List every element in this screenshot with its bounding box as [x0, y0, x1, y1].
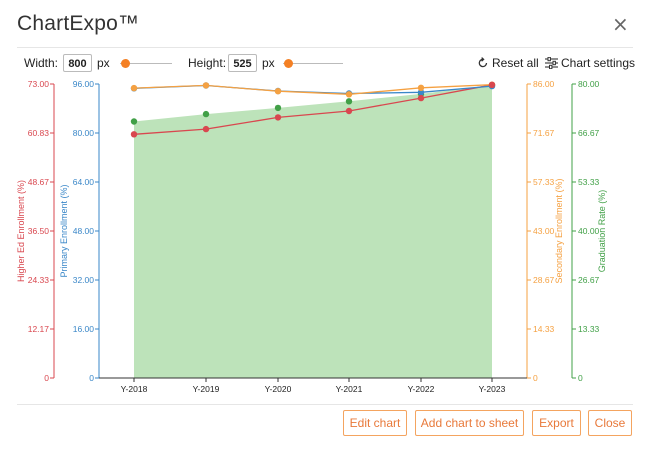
higher_ed-data-point: [345, 107, 353, 115]
x-axis-tick-label: Y-2019: [193, 384, 220, 394]
close-button[interactable]: Close: [588, 410, 632, 436]
dialog-title: ChartExpo™: [17, 12, 140, 35]
settings-sliders-icon: [545, 57, 558, 69]
export-button[interactable]: Export: [532, 410, 581, 436]
higher_ed-tick-label: 0: [44, 373, 49, 383]
higher_ed-tick-label: 60.83: [28, 128, 50, 138]
chartexpo-dialog: ChartExpo™ × Width: 800 px Height: 525 p…: [0, 0, 650, 458]
higher_ed-tick-label: 24.33: [28, 275, 50, 285]
graduation-tick-label: 13.33: [578, 324, 600, 334]
secondary-data-point: [202, 82, 210, 89]
graduation-data-point: [345, 98, 353, 105]
multi-axis-line-chart: 0 12.17 24.33 36.50 48.67 60.83 73.00 Higher Ed…: [16, 79, 607, 394]
graduation-tick-label: 66.67: [578, 128, 600, 138]
secondary-axis-title: Secondary Enrollment (%): [554, 178, 564, 283]
graduation-tick-label: 80.00: [578, 79, 600, 89]
add-chart-to-sheet-button[interactable]: Add chart to sheet: [415, 410, 524, 436]
width-input[interactable]: 800: [63, 54, 92, 72]
graduation-data-point: [202, 110, 210, 118]
primary-tick-label: 16.00: [73, 324, 95, 334]
reset-all-button[interactable]: Reset all: [477, 56, 539, 70]
primary-tick-label: 32.00: [73, 275, 95, 285]
height-unit: px: [262, 56, 275, 70]
higher_ed-axis-title: Higher Ed Enrollment (%): [16, 180, 26, 282]
higher_ed-data-point: [488, 81, 496, 88]
secondary-tick-label: 43.00: [533, 226, 555, 236]
graduation-data-point: [274, 104, 282, 112]
secondary-data-point: [417, 84, 425, 91]
higher_ed-data-point: [202, 125, 210, 133]
x-axis-tick-label: Y-2023: [479, 384, 506, 394]
width-unit: px: [97, 56, 110, 70]
edit-chart-button[interactable]: Edit chart: [343, 410, 407, 436]
x-axis-tick-label: Y-2021: [336, 384, 363, 394]
width-slider-handle[interactable]: [121, 59, 130, 68]
x-axis-tick-label: Y-2022: [408, 384, 435, 394]
secondary-tick-label: 14.33: [533, 324, 555, 334]
reset-icon: [478, 57, 488, 68]
graduation-tick-label: 26.67: [578, 275, 600, 285]
reset-all-label: Reset all: [492, 56, 539, 70]
primary-tick-label: 96.00: [73, 79, 95, 89]
height-slider-handle[interactable]: [284, 59, 293, 68]
graduation-tick-label: 53.33: [578, 177, 600, 187]
higher_ed-tick-label: 36.50: [28, 226, 50, 236]
graduation-rate-area: [134, 85, 492, 378]
width-label: Width:: [24, 56, 59, 70]
secondary-tick-label: 57.33: [533, 177, 555, 187]
secondary-data-point: [345, 91, 353, 98]
close-icon[interactable]: ×: [612, 12, 629, 36]
x-axis-tick-label: Y-2020: [265, 384, 292, 394]
footer-divider: [17, 404, 633, 405]
chart-settings-button[interactable]: Chart settings: [545, 56, 635, 70]
primary-tick-label: 64.00: [73, 177, 95, 187]
primary-tick-label: 0: [89, 373, 94, 383]
secondary-tick-label: 86.00: [533, 79, 555, 89]
higher_ed-data-point: [274, 114, 282, 121]
header-divider: [17, 47, 633, 48]
graduation-tick-label: 0: [578, 373, 583, 383]
secondary-data-point: [130, 84, 138, 92]
higher_ed-tick-label: 12.17: [28, 324, 50, 334]
primary-tick-label: 80.00: [73, 128, 95, 138]
height-input[interactable]: 525: [228, 54, 257, 72]
higher_ed-tick-label: 73.00: [28, 79, 50, 89]
graduation-data-point: [130, 118, 138, 125]
higher_ed-tick-label: 48.67: [28, 177, 50, 187]
secondary-tick-label: 0: [533, 373, 538, 383]
graduation-axis-title: Graduation Rate (%): [597, 190, 607, 273]
higher_ed-data-point: [130, 131, 138, 138]
secondary-data-point: [274, 88, 282, 95]
higher_ed-data-point: [417, 94, 425, 102]
x-axis-tick-label: Y-2018: [121, 384, 148, 394]
primary-axis-title: Primary Enrollment (%): [59, 184, 69, 277]
chart-settings-label: Chart settings: [561, 56, 636, 70]
height-label: Height:: [188, 56, 227, 70]
secondary-tick-label: 71.67: [533, 128, 555, 138]
primary-tick-label: 48.00: [73, 226, 95, 236]
secondary-tick-label: 28.67: [533, 275, 555, 285]
